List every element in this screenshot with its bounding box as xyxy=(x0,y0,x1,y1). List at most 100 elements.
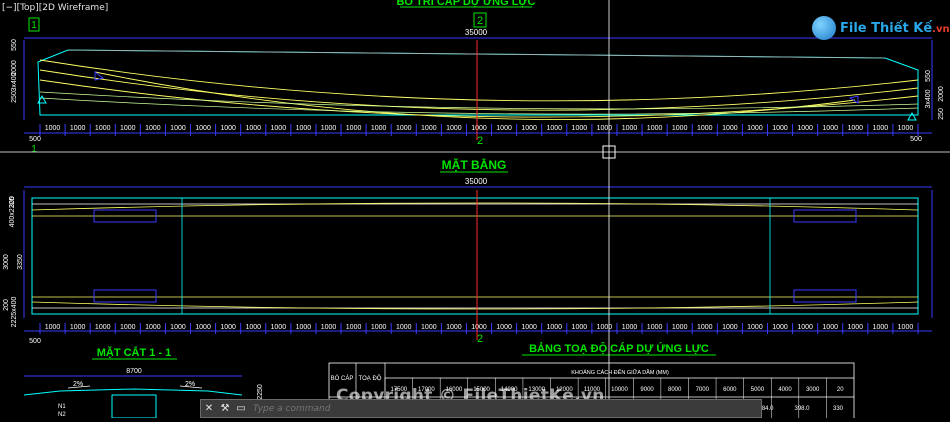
dim-label: 1000 xyxy=(672,324,688,331)
dim-label: 1000 xyxy=(271,324,287,331)
support-right xyxy=(907,111,917,121)
anchor-right xyxy=(848,95,859,104)
section-row-n2: N2 xyxy=(58,412,66,418)
plan-left-dim: 400x2225 xyxy=(9,197,16,228)
tendon-3 xyxy=(39,79,919,118)
plan-end-left: 500 xyxy=(29,338,41,345)
dim-label: 1000 xyxy=(747,324,763,331)
plan-left-dims: 300400x222533503000200 2225x400 xyxy=(3,196,24,327)
section-title: MẶT CẮT 1 - 1 xyxy=(97,346,172,359)
close-icon[interactable]: ✕ xyxy=(201,401,217,416)
dim-label: 1000 xyxy=(873,125,889,132)
viewport-label[interactable]: [−][Top][2D Wireframe] xyxy=(2,3,108,13)
dim-label: 1000 xyxy=(70,324,86,331)
dim-label: 1000 xyxy=(145,324,161,331)
dim-label: 1000 xyxy=(722,125,738,132)
dim-label: 1000 xyxy=(822,125,838,132)
section-deck-outline xyxy=(23,388,243,396)
dim-label: 1000 xyxy=(195,125,211,132)
section-mark-1-bottom: 1 xyxy=(31,144,37,155)
logo-tld: .vn xyxy=(932,23,950,35)
dim-label: 1000 xyxy=(847,324,863,331)
drawing-canvas[interactable]: BỐ TRÍ CÁP DỰ ỨNG LỰC 2 1 35000 550 2000 3… xyxy=(0,0,950,422)
dim-label: 1000 xyxy=(220,125,236,132)
dim-label: 1000 xyxy=(195,324,211,331)
section-web xyxy=(111,394,157,419)
table-column-header: 7000 xyxy=(696,387,710,393)
dim-label: 1000 xyxy=(572,324,588,331)
logo-brand: File xyxy=(840,20,867,36)
section-width-dim: 8700 xyxy=(126,368,142,375)
dim-label: 1000 xyxy=(396,324,412,331)
cad-drawing[interactable]: BỐ TRÍ CÁP DỰ ỨNG LỰC 2 1 35000 55020003… xyxy=(0,0,950,422)
dim-label: 1000 xyxy=(747,125,763,132)
dim-label: 1000 xyxy=(797,324,813,331)
dim-label: 1000 xyxy=(471,324,487,331)
table-column-header: 8000 xyxy=(668,387,682,393)
table-column-header: 14000 xyxy=(501,387,518,393)
dim-label: 1000 xyxy=(421,125,437,132)
dim-label: 1000 xyxy=(597,324,613,331)
dim-label: 1000 xyxy=(772,324,788,331)
dim-label: 1000 xyxy=(271,125,287,132)
dim-label: 1000 xyxy=(296,324,312,331)
command-line[interactable]: ✕ ⚒ ▭ xyxy=(200,399,762,418)
dim-label: 1000 xyxy=(521,324,537,331)
dim-label: 1000 xyxy=(245,324,261,331)
elevation-left-dim: 550 xyxy=(11,39,18,51)
plan-total-dim: 35000 xyxy=(465,177,488,186)
dim-label: 1000 xyxy=(371,324,387,331)
table-column-header: 20 xyxy=(837,387,844,393)
dim-label: 1000 xyxy=(898,125,914,132)
dim-label: 1000 xyxy=(847,125,863,132)
dim-label: 1000 xyxy=(672,125,688,132)
tendon-2 xyxy=(39,69,919,111)
dim-label: 1000 xyxy=(296,125,312,132)
section-mark-2-plan: 2 xyxy=(477,135,483,147)
table-column-header: 17000 xyxy=(418,387,435,393)
elevation-left-dim: 250 xyxy=(11,91,18,103)
customize-icon[interactable]: ⚒ xyxy=(217,401,233,416)
table-header-distance: KHOẢNG CÁCH ĐẾN GIỮA DẦM (MM) xyxy=(571,369,669,376)
tendon-1 xyxy=(39,59,919,102)
dim-label: 1000 xyxy=(421,324,437,331)
table-column-header: 13000 xyxy=(528,387,545,393)
dim-label: 1000 xyxy=(496,324,512,331)
elevation-right-dim: 550 xyxy=(925,70,932,82)
elevation-beam-outline xyxy=(37,49,919,116)
table-column-header: 3000 xyxy=(806,387,820,393)
dim-label: 1000 xyxy=(647,125,663,132)
command-prompt-icon[interactable]: ▭ xyxy=(233,401,249,416)
dim-label: 1000 xyxy=(622,324,638,331)
elevation-end-right: 500 xyxy=(910,136,922,143)
dim-label: 1000 xyxy=(45,324,61,331)
dim-label: 1000 xyxy=(346,324,362,331)
table-column-header: 9000 xyxy=(640,387,654,393)
table-column-header: 4000 xyxy=(778,387,792,393)
elevation-left-dims: 55020003x400250 xyxy=(11,39,18,103)
site-logo: File Thiết Kế.vn xyxy=(812,15,950,41)
table-title: BẢNG TOẠ ĐỘ CÁP DỰ ỨNG LỰC xyxy=(529,342,709,355)
plan-left-dim: 3000 xyxy=(3,254,10,270)
table-header-toa-do: TOẠ ĐỘ xyxy=(359,375,382,382)
dim-label: 1000 xyxy=(797,125,813,132)
dim-label: 1000 xyxy=(898,324,914,331)
dim-label: 1000 xyxy=(597,125,613,132)
dim-label: 1000 xyxy=(521,125,537,132)
elevation-right-dim: 2000 xyxy=(938,86,945,102)
section-depth-dim: 2250 xyxy=(257,384,264,400)
dim-label: 1000 xyxy=(546,125,562,132)
plan-left-dim: 200 xyxy=(3,299,10,311)
table-cell: 330 xyxy=(833,406,844,412)
dim-label: 1000 xyxy=(70,125,86,132)
dim-label: 1000 xyxy=(873,324,889,331)
dim-label: 1000 xyxy=(822,324,838,331)
command-input[interactable] xyxy=(249,402,761,415)
table-column-header: 10000 xyxy=(611,387,628,393)
section-mark-2-top: 2 xyxy=(477,15,483,27)
dim-label: 1000 xyxy=(245,125,261,132)
table-column-header: 11000 xyxy=(584,387,601,393)
dim-label: 1000 xyxy=(396,125,412,132)
table-header-bo-cap: BÓ CÁP xyxy=(331,375,354,382)
table-column-header: 16000 xyxy=(446,387,463,393)
